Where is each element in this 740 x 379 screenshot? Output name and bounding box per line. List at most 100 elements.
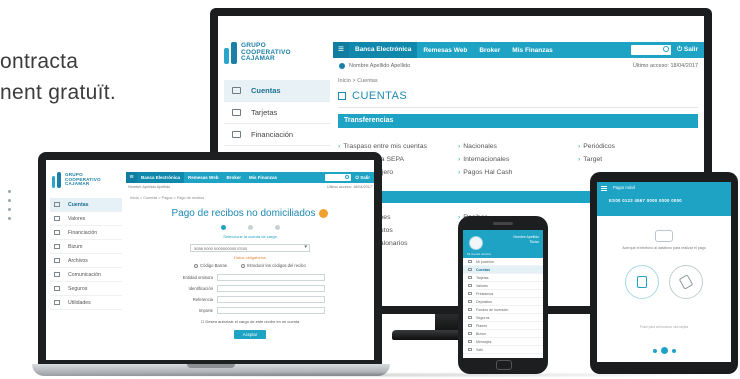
phone-user: Nombre Apellido Titular — [513, 235, 539, 244]
sidebar-item-utilidades[interactable]: Utilidades — [50, 296, 122, 310]
user-name: Nombre Apellido Apellido — [349, 63, 411, 69]
sidebar-item-cuentas[interactable]: Cuentas — [50, 198, 122, 212]
avatar[interactable] — [469, 236, 483, 250]
footer-text[interactable]: Pulse para seleccionar otra tarjeta — [597, 325, 731, 329]
percent-icon — [54, 230, 60, 235]
sidebar-item-financiacion[interactable]: Financiación — [224, 124, 330, 146]
nav-item-banca[interactable]: Banca Electrónica — [349, 42, 418, 58]
nav-item-finanzas[interactable]: Mis Finanzas — [506, 47, 558, 54]
phone-menu-item[interactable]: Fondos de inversión — [463, 306, 543, 314]
tap-phone-icon[interactable] — [669, 265, 703, 299]
phone-menu-item[interactable]: Tarjetas — [463, 274, 543, 282]
nav-item-banca[interactable]: Banca Electrónica — [137, 172, 185, 183]
accounts-icon — [338, 92, 346, 100]
phone-menu-item[interactable]: Mi posición — [463, 258, 543, 266]
nav-item-broker[interactable]: Broker — [473, 47, 506, 54]
sidebar-item-comunicacion[interactable]: Comunicación — [50, 268, 122, 282]
tablet-screen: Pagar móvil ES00 0123 4567 0000 0000 000… — [597, 182, 731, 362]
floor-shadow — [30, 372, 730, 378]
nav-item-broker[interactable]: Broker — [222, 175, 245, 180]
radio-manual[interactable]: Introducir los códigos del recibo — [240, 263, 306, 268]
tools-icon — [54, 300, 60, 305]
sidebar: Cuentas Valores Financiación Bizum Archi… — [50, 198, 122, 310]
importe-input[interactable] — [217, 307, 325, 314]
brand-name: GRUPO COOPERATIVO CAJAMAR — [241, 42, 291, 63]
search-icon[interactable] — [662, 46, 669, 52]
exit-button[interactable]: ⏻ Salir — [351, 175, 374, 180]
folder-icon — [54, 258, 60, 263]
exit-button[interactable]: ⏻ Salir — [671, 46, 704, 54]
user-name: Nombre Apellido Apellido — [128, 185, 171, 189]
sidebar-item-seguros[interactable]: Seguros — [50, 282, 122, 296]
phone-screen: Nombre Apellido Titular Mi cuenta nómina… — [463, 230, 543, 358]
nav-item-remesas[interactable]: Remesas Web — [184, 175, 222, 180]
smartphone: Nombre Apellido Titular Mi cuenta nómina… — [458, 216, 548, 374]
phone-menu-item[interactable]: Préstamos — [463, 290, 543, 298]
instruction-text: Acerque el teléfono al datáfono para rea… — [622, 246, 706, 250]
phone-menu-item[interactable]: Bizum — [463, 330, 543, 338]
accounts-icon — [232, 87, 241, 94]
phone-menu-item[interactable]: Depósitos — [463, 298, 543, 306]
sidebar-item-financiacion[interactable]: Financiación — [50, 226, 122, 240]
hamburger-icon[interactable]: ≡ — [333, 42, 349, 58]
pager-dots[interactable] — [597, 347, 731, 354]
help-icon[interactable] — [319, 209, 329, 218]
authorize-checkbox[interactable]: ☐ Deseo autorizar el cargo de este recib… — [130, 319, 370, 324]
account-select[interactable]: 3058 0000 0000000000 ES00 — [190, 244, 310, 252]
phone-menu-item[interactable]: Mensajes — [463, 338, 543, 346]
brand-logo[interactable]: GRUPO COOPERATIVO CAJAMAR — [52, 172, 101, 188]
sidebar-item-cuentas[interactable]: Cuentas — [224, 80, 330, 102]
input-mode-radios: Código Barras Introducir los códigos del… — [130, 263, 370, 268]
phone-menu-item[interactable]: Valores — [463, 282, 543, 290]
user-bar: Nombre Apellido Apellido Último acceso: … — [333, 61, 704, 71]
main-content: Inicio > Cuentas > Pagos > Pago de recib… — [130, 196, 370, 360]
percent-icon — [232, 131, 241, 138]
link-periodicos[interactable]: Periódicos — [578, 140, 698, 153]
link-target[interactable]: Target — [578, 153, 698, 166]
required-note: Datos obligatorios — [233, 255, 267, 260]
phone-menu-item[interactable]: Cuentas — [463, 266, 543, 274]
decorative-dots — [8, 190, 11, 230]
section-header: Transferencias — [338, 114, 698, 128]
radio-barcode[interactable]: Código Barras — [194, 263, 227, 268]
tablet-title: Pagar móvil — [613, 185, 636, 190]
nfc-phone-icon[interactable] — [625, 265, 659, 299]
referencia-input[interactable] — [217, 296, 325, 303]
entidad-input[interactable] — [217, 274, 325, 281]
sidebar-item-archivos[interactable]: Archivos — [50, 254, 122, 268]
link-internacionales[interactable]: Internacionales — [458, 153, 578, 166]
identificacion-input[interactable] — [217, 285, 325, 292]
last-access: Último acceso: 18/04/2017 — [327, 185, 372, 189]
link-nacionales[interactable]: Nacionales — [458, 140, 578, 153]
phone-menu-item[interactable]: Seguros — [463, 314, 543, 322]
page-title: Pago de recibos no domiciliados — [130, 208, 370, 219]
phone-menu-item[interactable]: Salir — [463, 346, 543, 354]
field-label: Referencia — [192, 297, 213, 302]
phone-menu-item[interactable]: Planes — [463, 322, 543, 330]
field-label: Entidad emisora — [182, 275, 213, 280]
sidebar-item-bizum[interactable]: Bizum — [50, 240, 122, 254]
payment-options — [597, 265, 731, 299]
brand-mark-icon — [52, 172, 61, 188]
nav-item-finanzas[interactable]: Mis Finanzas — [245, 175, 281, 180]
promo-headline: ontracta nent gratuït. — [0, 46, 116, 108]
search-input[interactable] — [325, 174, 352, 181]
sidebar-item-tarjetas[interactable]: Tarjetas — [224, 102, 330, 124]
laptop: GRUPO COOPERATIVO CAJAMAR ≡ Banca Electr… — [32, 152, 390, 378]
page-title: CUENTAS — [338, 88, 698, 104]
hamburger-icon[interactable] — [601, 186, 607, 191]
hamburger-icon[interactable]: ≡ — [126, 172, 137, 183]
link-halcash[interactable]: Pagos Hal Cash — [458, 166, 578, 179]
search-icon[interactable] — [345, 175, 350, 179]
sidebar: Cuentas Tarjetas Financiación — [224, 80, 330, 146]
search-input[interactable] — [630, 45, 671, 55]
sidebar-item-valores[interactable]: Valores — [50, 212, 122, 226]
nav-item-remesas[interactable]: Remesas Web — [417, 47, 473, 54]
breadcrumb[interactable]: Inicio > Cuentas — [338, 78, 698, 88]
help-link[interactable]: Seleccione la cuenta de cargo — [130, 234, 370, 239]
breadcrumb[interactable]: Inicio > Cuentas > Pagos > Pago de recib… — [130, 196, 370, 200]
submit-button[interactable]: Aceptar — [234, 330, 266, 339]
brand-mark-icon — [224, 42, 237, 64]
receipt-form: Entidad emisora Identificación Referenci… — [175, 273, 325, 315]
brand-logo[interactable]: GRUPO COOPERATIVO CAJAMAR — [224, 42, 291, 64]
